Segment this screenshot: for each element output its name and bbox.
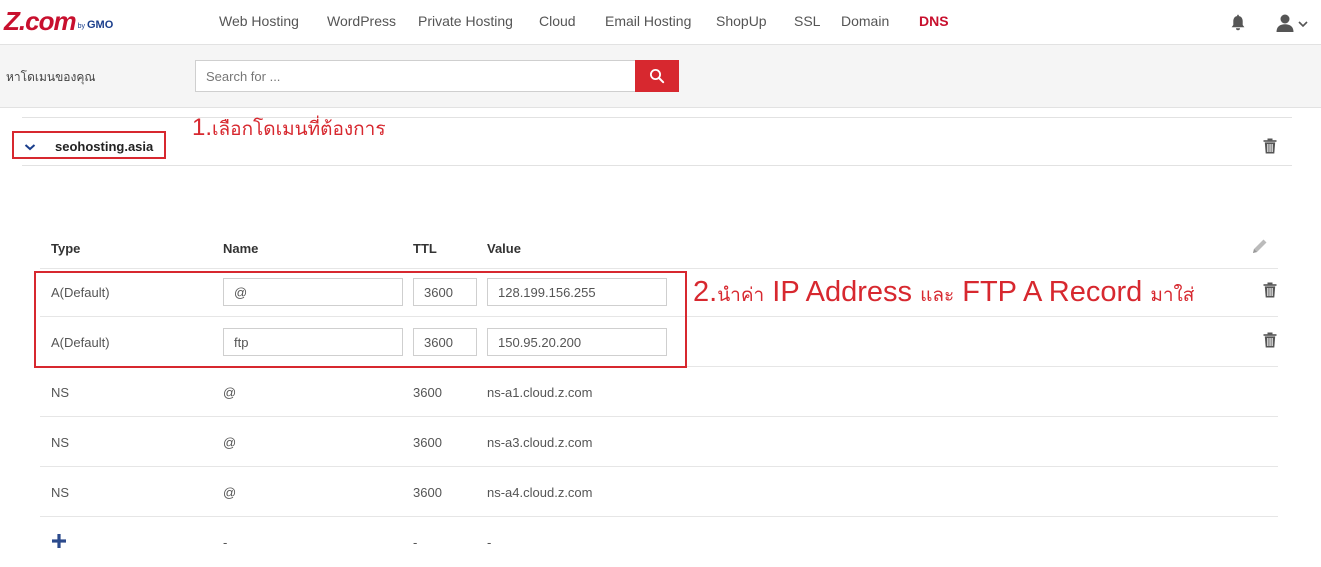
table-header-divider <box>40 268 1278 269</box>
annotation-step-2-thai-prefix: นำค่า <box>717 285 765 306</box>
chevron-down-icon <box>1298 21 1308 28</box>
search-input[interactable] <box>195 60 642 92</box>
new-record-ttl: - <box>413 535 418 550</box>
search-icon <box>650 69 665 84</box>
annotation-step-2-ip-address: IP Address <box>772 276 913 308</box>
annotation-step-1-number: 1. <box>192 114 213 141</box>
annotation-step-1: 1.เลือกโดเมนที่ต้องการ <box>192 114 386 144</box>
search-label: หาโดเมนของคุณ <box>6 70 96 84</box>
record-value-input[interactable] <box>487 328 667 356</box>
domain-row-bottom-divider <box>22 165 1292 166</box>
record-ttl: 3600 <box>413 435 442 450</box>
add-record-plus-icon[interactable] <box>51 533 67 549</box>
annotation-step-2-ftp-record: FTP A Record <box>962 276 1143 308</box>
annotation-step-2-thai-mid: และ <box>920 285 955 306</box>
chevron-down-icon[interactable] <box>24 140 36 152</box>
nav-cloud[interactable]: Cloud <box>539 13 576 29</box>
record-name: @ <box>223 435 237 450</box>
record-type: NS <box>51 485 70 500</box>
record-name: @ <box>223 385 237 400</box>
nav-web-hosting[interactable]: Web Hosting <box>219 13 299 29</box>
record-name-input[interactable] <box>223 328 403 356</box>
delete-record-trash-icon[interactable] <box>1263 282 1277 298</box>
table-row-divider <box>40 416 1278 417</box>
logo-text: Z.com <box>4 6 77 36</box>
new-record-value: - <box>487 535 492 550</box>
record-name-input[interactable] <box>223 278 403 306</box>
column-header-type: Type <box>51 241 81 256</box>
table-row-divider <box>40 466 1278 467</box>
user-menu[interactable] <box>1275 13 1309 33</box>
new-record-name: - <box>223 535 228 550</box>
zcom-logo[interactable]: Z.com by GMO <box>4 8 113 34</box>
domain-name[interactable]: seohosting.asia <box>55 139 153 154</box>
annotation-step-1-text: เลือกโดเมนที่ต้องการ <box>212 119 386 140</box>
delete-record-trash-icon[interactable] <box>1263 332 1277 348</box>
table-row-divider <box>40 516 1278 517</box>
record-type: A(Default) <box>51 335 110 350</box>
annotation-step-2: 2.นำค่า IP Address และ FTP A Record มาใส… <box>693 274 1194 314</box>
record-value-input[interactable] <box>487 278 667 306</box>
record-ttl: 3600 <box>413 485 442 500</box>
annotation-step-2-thai-suffix: มาใส่ <box>1150 285 1195 306</box>
nav-ssl[interactable]: SSL <box>794 13 820 29</box>
table-row-divider <box>40 316 1278 317</box>
domain-search-bar: หาโดเมนของคุณ <box>0 45 1321 108</box>
record-type: A(Default) <box>51 285 110 300</box>
user-icon <box>1276 14 1294 32</box>
nav-wordpress[interactable]: WordPress <box>327 13 396 29</box>
record-value: ns-a1.cloud.z.com <box>487 385 593 400</box>
logo-gmo-text: GMO <box>86 19 114 31</box>
record-ttl: 3600 <box>413 385 442 400</box>
record-name: @ <box>223 485 237 500</box>
nav-email-hosting[interactable]: Email Hosting <box>605 13 691 29</box>
bell-icon[interactable] <box>1229 14 1247 32</box>
column-header-ttl: TTL <box>413 241 437 256</box>
record-type: NS <box>51 435 70 450</box>
table-row-divider <box>40 366 1278 367</box>
top-navigation: Z.com by GMO Web Hosting WordPress Priva… <box>0 0 1321 45</box>
record-value: ns-a3.cloud.z.com <box>487 435 593 450</box>
column-header-value: Value <box>487 241 521 256</box>
record-type: NS <box>51 385 70 400</box>
record-value: ns-a4.cloud.z.com <box>487 485 593 500</box>
logo-by-text: by <box>77 23 85 30</box>
nav-private-hosting[interactable]: Private Hosting <box>418 13 513 29</box>
annotation-step-2-number: 2. <box>693 276 718 308</box>
nav-dns[interactable]: DNS <box>919 13 949 29</box>
nav-shopup[interactable]: ShopUp <box>716 13 767 29</box>
delete-domain-trash-icon[interactable] <box>1263 138 1277 154</box>
column-header-name: Name <box>223 241 259 256</box>
nav-domain[interactable]: Domain <box>841 13 889 29</box>
record-ttl-input[interactable] <box>413 328 477 356</box>
search-button[interactable] <box>635 60 679 92</box>
record-ttl-input[interactable] <box>413 278 477 306</box>
pencil-icon[interactable] <box>1251 237 1269 255</box>
